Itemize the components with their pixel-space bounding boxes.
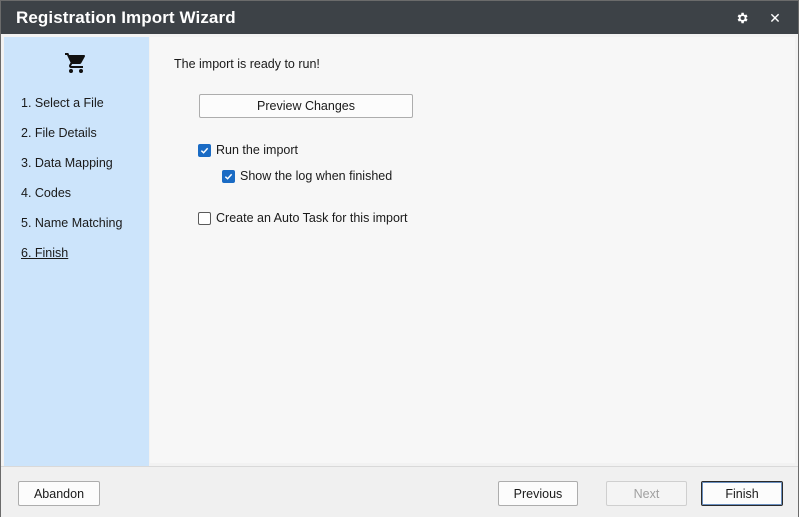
shopping-cart-icon [65,53,86,73]
checkbox-auto-task[interactable] [198,211,211,225]
show-log-checkbox[interactable]: Show the log when finished [222,169,392,183]
finish-button[interactable]: Finish [701,481,783,506]
run-import-label: Run the import [216,143,298,157]
run-import-checkbox[interactable]: Run the import [198,143,298,157]
finish-panel: The import is ready to run! Preview Chan… [150,37,795,463]
wizard-steps-sidebar: 1. Select a File 2. File Details 3. Data… [4,37,149,466]
preview-changes-button[interactable]: Preview Changes [199,94,413,118]
auto-task-label: Create an Auto Task for this import [216,211,408,225]
wizard-footer: Abandon Previous Next Finish [1,466,798,517]
wizard-window: Registration Import Wizard ✕ 1. Select a… [0,0,799,517]
step-file-details[interactable]: 2. File Details [21,126,97,140]
checkbox-show-log[interactable] [222,169,235,183]
window-title: Registration Import Wizard [16,8,236,27]
step-finish[interactable]: 6. Finish [21,246,68,260]
abandon-button[interactable]: Abandon [18,481,100,506]
show-log-label: Show the log when finished [240,169,393,183]
step-data-mapping[interactable]: 3. Data Mapping [21,156,113,170]
step-codes[interactable]: 4. Codes [21,186,71,200]
title-bar: Registration Import Wizard ✕ [1,1,798,34]
step-select-file[interactable]: 1. Select a File [21,96,104,110]
gear-icon[interactable] [731,7,753,29]
step-name-matching[interactable]: 5. Name Matching [21,216,122,230]
next-button: Next [606,481,687,506]
ready-message: The import is ready to run! [174,57,320,71]
close-icon[interactable]: ✕ [764,7,786,29]
auto-task-checkbox[interactable]: Create an Auto Task for this import [198,211,408,225]
checkbox-run-import[interactable] [198,143,211,157]
previous-button[interactable]: Previous [498,481,578,506]
